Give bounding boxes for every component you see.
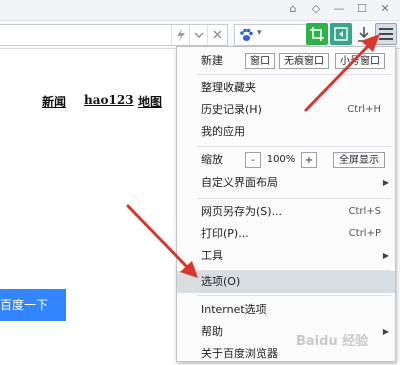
new-window-button[interactable]: 窗口 xyxy=(245,53,275,69)
menu-item-save-page-as[interactable]: 网页另存为(S)... Ctrl+S xyxy=(177,201,395,223)
menu-item-label: 帮助 xyxy=(201,325,223,338)
menu-zoom-row: 缩放 - 100% + 全屏显示 xyxy=(177,149,395,171)
close-icon[interactable] xyxy=(207,25,226,45)
nav-link-hao123[interactable]: hao123 xyxy=(84,93,134,107)
paw-icon xyxy=(239,28,253,45)
menu-separator xyxy=(197,295,391,296)
submenu-arrow-icon: ▶ xyxy=(382,251,389,260)
chevron-down-icon: ▾ xyxy=(257,28,262,38)
zoom-out-button[interactable]: - xyxy=(245,152,261,168)
menu-new-row: 新建 窗口 无痕窗口 小号窗口 xyxy=(177,50,395,72)
crop-icon[interactable] xyxy=(306,23,328,45)
shortcut-label: Ctrl+S xyxy=(348,206,381,217)
title-bar: ⌂ ◇ — ☐ ✕ xyxy=(0,0,400,21)
menu-separator xyxy=(197,198,391,199)
menu-item-label: 选项(O) xyxy=(201,275,241,288)
lightning-icon[interactable] xyxy=(171,25,190,45)
main-menu: 新建 窗口 无痕窗口 小号窗口 整理收藏夹 历史记录(H) Ctrl+H 我的应… xyxy=(176,46,396,362)
menu-item-my-apps[interactable]: 我的应用 xyxy=(177,121,395,143)
zoom-label: 缩放 xyxy=(201,153,223,166)
close-button[interactable]: ✕ xyxy=(376,1,394,17)
fullscreen-button[interactable]: 全屏显示 xyxy=(333,152,385,168)
shortcut-label: Ctrl+H xyxy=(347,104,381,115)
menu-item-label: 关于百度浏览器 xyxy=(201,347,278,360)
menu-separator xyxy=(197,146,391,147)
menu-item-print[interactable]: 打印(P)... Ctrl+P xyxy=(177,223,395,245)
zoom-level: 100% xyxy=(266,154,296,165)
nav-link-news[interactable]: 新闻 xyxy=(42,93,66,110)
menu-item-label: 历史记录(H) xyxy=(201,103,262,116)
collapse-sidebar-icon[interactable] xyxy=(330,23,352,45)
menu-icon[interactable] xyxy=(375,23,397,45)
menu-item-internet-options[interactable]: Internet选项 xyxy=(177,299,395,321)
skin-icon[interactable]: ⌂ xyxy=(284,1,302,17)
address-bar[interactable] xyxy=(0,24,228,46)
download-icon[interactable] xyxy=(353,23,375,45)
menu-item-label: 整理收藏夹 xyxy=(201,81,256,94)
menu-separator xyxy=(197,74,391,75)
search-input[interactable] xyxy=(270,24,311,46)
search-engine-selector[interactable]: ▾ xyxy=(234,24,272,46)
menu-item-history[interactable]: 历史记录(H) Ctrl+H xyxy=(177,99,395,121)
minimize-button[interactable]: — xyxy=(330,1,348,17)
zoom-in-button[interactable]: + xyxy=(301,152,317,168)
menu-item-organize-favorites[interactable]: 整理收藏夹 xyxy=(177,77,395,99)
chevron-down-icon[interactable] xyxy=(189,25,208,45)
menu-item-label: 网页另存为(S)... xyxy=(201,205,283,218)
nav-link-map[interactable]: 地图 xyxy=(138,93,162,110)
submenu-arrow-icon: ▶ xyxy=(382,327,389,336)
new-alt-account-window-button[interactable]: 小号窗口 xyxy=(335,53,385,69)
menu-item-label: Internet选项 xyxy=(201,303,267,316)
menu-item-label: 我的应用 xyxy=(201,125,245,138)
shortcut-label: Ctrl+P xyxy=(348,228,381,239)
menu-item-options[interactable]: 选项(O) xyxy=(177,271,395,293)
watermark: Baidu 经验 xyxy=(296,334,369,349)
shirt-icon[interactable]: ◇ xyxy=(307,1,325,17)
menu-item-tools[interactable]: 工具 ▶ xyxy=(177,245,395,267)
menu-item-label: 打印(P)... xyxy=(201,227,249,240)
new-incognito-window-button[interactable]: 无痕窗口 xyxy=(279,53,329,69)
menu-item-customize-layout[interactable]: 自定义界面布局 ▶ xyxy=(177,172,395,194)
menu-new-label: 新建 xyxy=(201,54,223,67)
menu-item-label: 工具 xyxy=(201,249,223,262)
maximize-button[interactable]: ☐ xyxy=(353,1,371,17)
toolbar: ▾ xyxy=(0,21,400,49)
search-button[interactable]: 百度一下 xyxy=(0,289,66,321)
submenu-arrow-icon: ▶ xyxy=(382,178,389,187)
menu-item-label: 自定义界面布局 xyxy=(201,176,278,189)
